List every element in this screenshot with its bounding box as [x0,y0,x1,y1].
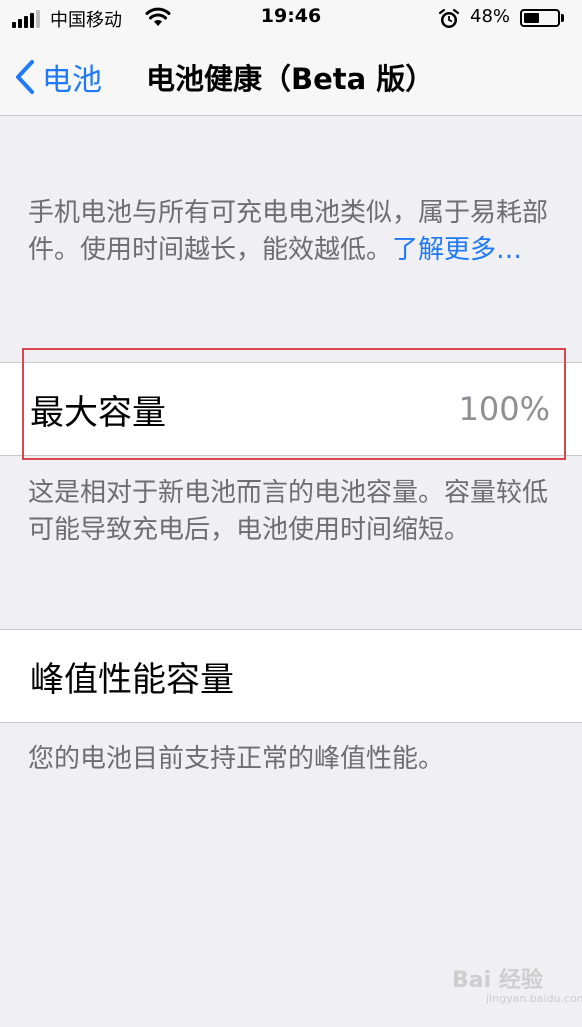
back-button-label: 电池 [42,62,102,98]
peak-performance-row: 峰值性能容量 [0,629,582,723]
watermark-logo: Bai 经验 [452,968,543,993]
battery-tip [561,14,564,22]
battery-icon [520,9,560,27]
learn-more-link[interactable]: 了解更多… [392,235,522,265]
back-button[interactable]: 电池 [14,38,102,115]
battery-percent: 48% [470,6,511,27]
battery-level-fill [524,13,539,23]
peak-performance-description: 您的电池目前支持正常的峰值性能。 [28,744,445,774]
page-title: 电池健康（Beta 版） [146,61,435,96]
navigation-bar: 电池 电池健康（Beta 版） [0,38,582,116]
chevron-left-icon [16,59,34,94]
status-bar: 中国移动 19:46 48% [0,0,582,38]
watermark-url: jingyan.baidu.com [486,992,582,1005]
peak-performance-label: 峰值性能容量 [30,659,234,700]
alarm-icon [438,8,460,28]
highlight-annotation-box [22,348,566,460]
intro-description: 手机电池与所有可充电电池类似，属于易耗部件。使用时间越长，能效越低。了解更多… [28,195,548,269]
max-capacity-description: 这是相对于新电池而言的电池容量。容量较低可能导致充电后，电池使用时间缩短。 [28,478,549,545]
